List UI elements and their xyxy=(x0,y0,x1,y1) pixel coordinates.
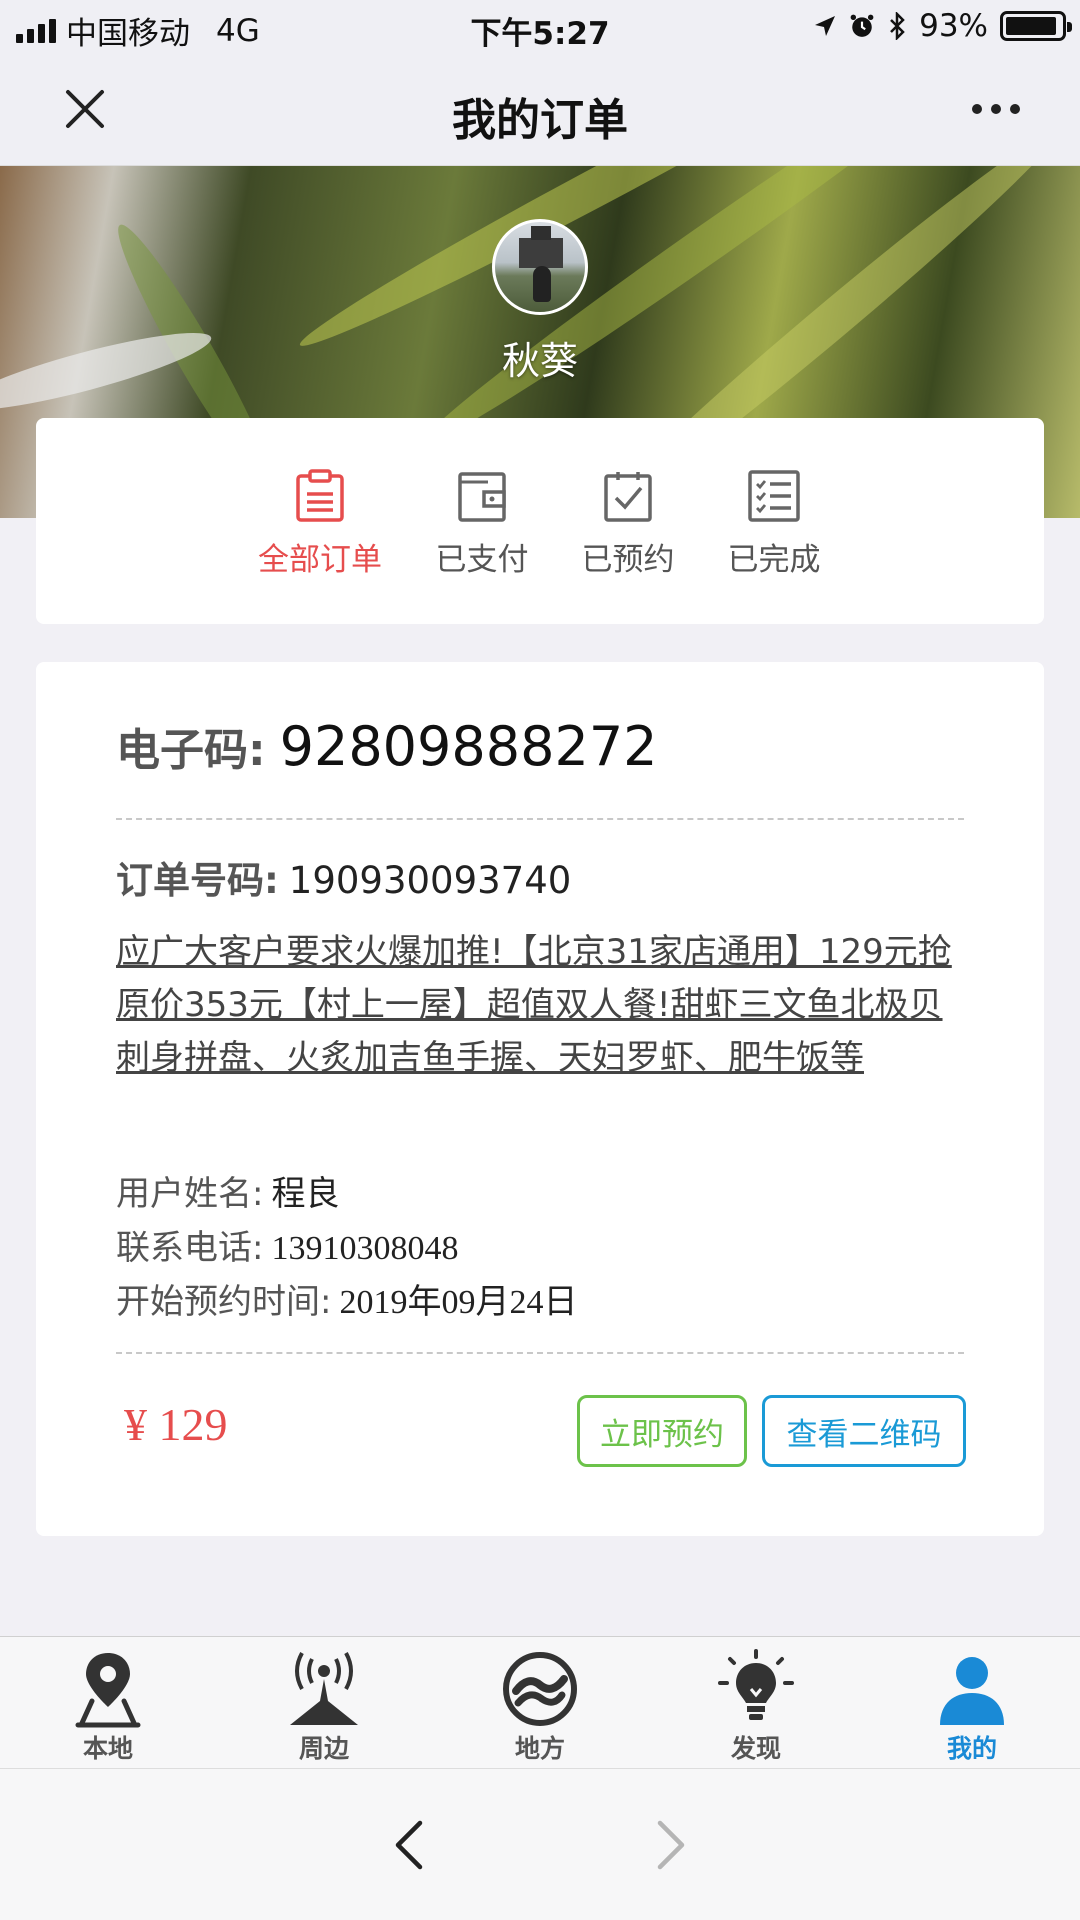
order-number-value: 190930093740 xyxy=(288,859,572,902)
user-name-row: 用户姓名: 程良 xyxy=(116,1166,339,1215)
lightbulb-icon xyxy=(718,1649,794,1720)
user-icon xyxy=(940,1657,1004,1725)
circle-logo-icon xyxy=(503,1652,577,1726)
view-qr-code-button[interactable]: 查看二维码 xyxy=(762,1395,966,1467)
tabbar-label: 本地 xyxy=(82,1734,133,1763)
phone-label: 联系电话: xyxy=(116,1228,264,1268)
order-number-row: 订单号码: 190930093740 xyxy=(116,850,571,904)
start-time-label: 开始预约时间: xyxy=(116,1282,332,1322)
alarm-icon xyxy=(850,14,874,37)
clipboard-icon xyxy=(296,469,344,522)
phone-row: 联系电话: 13910308048 xyxy=(116,1220,458,1269)
broadcast-tower-icon xyxy=(290,1652,358,1725)
user-name-label: 用户姓名: xyxy=(116,1174,264,1214)
tabbar-item-local-places[interactable]: 地方 xyxy=(470,1649,610,1765)
tabbar-item-discover[interactable]: 发现 xyxy=(686,1649,826,1765)
status-bar: 中国移动 4G 下午5:27 93% xyxy=(0,0,1080,54)
tabbar-label: 地方 xyxy=(514,1734,565,1763)
order-number-label: 订单号码: xyxy=(116,859,279,902)
e-code-label: 电子码: xyxy=(116,725,266,776)
user-name-value: 程良 xyxy=(271,1174,340,1214)
tab-label: 已预约 xyxy=(581,542,675,578)
e-code-row: 电子码: 92809888272 xyxy=(116,714,658,778)
tab-label: 全部订单 xyxy=(258,542,382,578)
phone-value: 13910308048 xyxy=(271,1230,459,1267)
tabbar-label: 周边 xyxy=(298,1734,349,1763)
tab-paid[interactable]: 已支付 xyxy=(412,468,552,579)
deal-description-link[interactable]: 应广大客户要求火爆加推!【北京31家店通用】129元抢原价353元【村上一屋】超… xyxy=(116,926,966,1085)
avatar[interactable] xyxy=(492,219,588,315)
tabbar-item-mine[interactable]: 我的 xyxy=(902,1649,1042,1765)
order-card: 电子码: 92809888272 订单号码: 190930093740 应广大客… xyxy=(36,662,1044,1536)
tabbar-label: 发现 xyxy=(730,1734,781,1763)
tabbar-label: 我的 xyxy=(946,1734,997,1763)
tabbar-item-local[interactable]: 本地 xyxy=(38,1649,178,1765)
order-status-tabs: 全部订单 已支付 已预约 已完成 xyxy=(36,418,1044,624)
start-time-value: 2019年09月24日 xyxy=(339,1284,578,1321)
calendar-check-icon xyxy=(604,472,652,522)
page-title: 我的订单 xyxy=(452,95,628,146)
tabbar-item-nearby[interactable]: 周边 xyxy=(254,1649,394,1765)
checklist-icon xyxy=(748,470,800,522)
book-now-button[interactable]: 立即预约 xyxy=(577,1395,747,1467)
bottom-tab-bar: 本地 周边 地方 发现 我的 xyxy=(0,1636,1080,1768)
divider xyxy=(116,818,964,820)
e-code-value: 92809888272 xyxy=(279,715,658,778)
tab-reserved[interactable]: 已预约 xyxy=(558,468,698,579)
user-name: 秋葵 xyxy=(501,339,578,383)
more-icon[interactable] xyxy=(972,104,1020,114)
tab-label: 已完成 xyxy=(727,542,821,578)
location-arrow-icon xyxy=(815,16,836,36)
start-time-row: 开始预约时间: 2019年09月24日 xyxy=(116,1274,577,1323)
back-arrow-icon[interactable] xyxy=(390,1819,430,1871)
battery-icon xyxy=(1000,11,1072,41)
price: ¥ 129 xyxy=(124,1399,228,1450)
battery-fill xyxy=(1006,17,1057,35)
bluetooth-icon xyxy=(890,12,905,40)
wallet-icon xyxy=(458,472,506,522)
tab-all-orders[interactable]: 全部订单 xyxy=(250,468,390,579)
status-right: 93% xyxy=(813,8,1072,44)
browser-toolbar xyxy=(0,1768,1080,1920)
divider xyxy=(116,1352,964,1354)
location-pin-icon xyxy=(75,1653,141,1728)
tab-completed[interactable]: 已完成 xyxy=(704,468,844,579)
battery-percent: 93% xyxy=(919,8,988,44)
navigation-bar: 我的订单 xyxy=(0,54,1080,166)
tab-label: 已支付 xyxy=(435,542,529,578)
forward-arrow-icon[interactable] xyxy=(650,1819,690,1871)
